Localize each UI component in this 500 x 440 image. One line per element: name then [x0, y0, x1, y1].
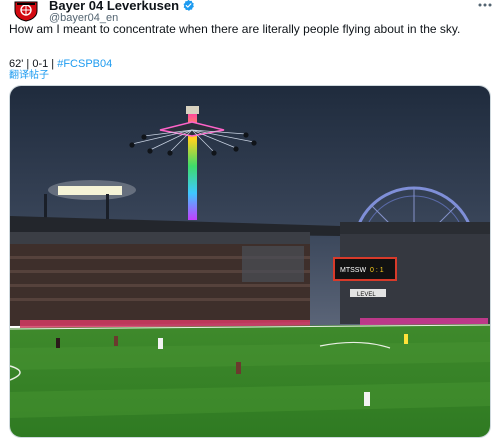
match-score: 0-1 — [32, 58, 49, 70]
hashtag-link[interactable]: #FCSPB04 — [57, 58, 112, 70]
scoreboard-team: MTSSW — [340, 267, 366, 274]
match-minute: 62' — [9, 58, 24, 70]
ad-board-text: LEVEL — [357, 292, 376, 298]
author-avatar[interactable] — [12, 0, 40, 22]
bayer-04-crest-icon — [14, 1, 38, 22]
translate-post-link[interactable]: 翻译帖子 — [9, 70, 49, 82]
scoreboard-score: 0 : 1 — [370, 267, 384, 274]
tweet-card: Bayer 04 Leverkusen @bayer04_en How am I… — [0, 0, 500, 440]
separator: | — [51, 58, 55, 70]
main-stand — [10, 216, 490, 326]
more-options-icon[interactable] — [476, 0, 494, 12]
separator: | — [26, 58, 30, 70]
verified-badge-icon — [183, 0, 194, 11]
tweet-match-line: 62' | 0-1 | #FCSPB04 — [9, 57, 112, 71]
tweet-media-photo[interactable]: MTSSW 0 : 1 LEVEL — [9, 85, 491, 438]
stadium-photo: MTSSW 0 : 1 LEVEL — [10, 86, 490, 437]
football-pitch — [10, 324, 490, 437]
tweet-text: How am I meant to concentrate when there… — [9, 22, 461, 36]
